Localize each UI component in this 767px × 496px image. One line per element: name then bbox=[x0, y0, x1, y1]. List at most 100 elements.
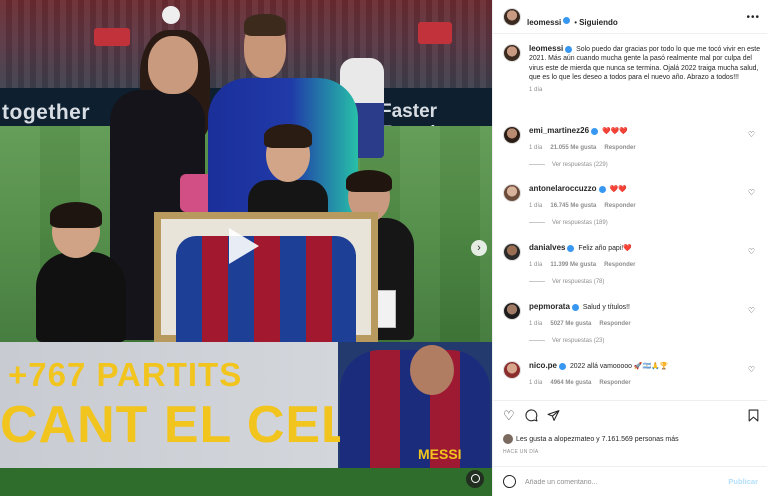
comment-text: pepmorata Salud y títulos!! bbox=[529, 302, 744, 312]
likes-text: Les gusta a alopezmateo y 7.161.569 pers… bbox=[516, 435, 679, 443]
caption-username[interactable]: leomessi bbox=[529, 44, 563, 53]
paper-plane-icon bbox=[547, 410, 560, 421]
header-username[interactable]: leomessi bbox=[527, 18, 561, 27]
pitch-edge bbox=[0, 468, 492, 496]
play-icon[interactable] bbox=[229, 228, 259, 264]
boy-hair bbox=[346, 170, 392, 192]
liker-avatar bbox=[503, 434, 513, 444]
boy-left bbox=[36, 252, 126, 342]
comment-meta: 1 día 21.055 Me gusta Responder bbox=[529, 145, 644, 151]
reply-button[interactable]: Responder bbox=[604, 203, 635, 209]
comment-username[interactable]: danialves bbox=[529, 243, 565, 252]
comment: emi_martinez26 ❤️❤️❤️ 1 día 21.055 Me gus… bbox=[503, 126, 761, 176]
comment: antonelaroccuzzo ❤️❤️ 1 día 16.745 Me gus… bbox=[503, 184, 761, 234]
comment-time[interactable]: 1 día bbox=[529, 203, 542, 209]
comment-likes[interactable]: 4964 Me gusta bbox=[550, 380, 591, 386]
comment-text: antonelaroccuzzo ❤️❤️ bbox=[529, 184, 744, 194]
comment: danialves Feliz año papi!❤️ 1 día 11.399 … bbox=[503, 243, 761, 293]
comment-username[interactable]: antonelaroccuzzo bbox=[529, 184, 597, 193]
comment-meta: 1 día 11.399 Me gusta Responder bbox=[529, 262, 643, 268]
post-header: leomessi • Siguiendo ••• bbox=[493, 0, 767, 34]
comment-body: ❤️❤️❤️ bbox=[601, 128, 628, 135]
comment-text: emi_martinez26 ❤️❤️❤️ bbox=[529, 126, 744, 136]
comment-time[interactable]: 1 día bbox=[529, 145, 542, 151]
post-date[interactable]: HACE UN DÍA bbox=[503, 449, 539, 455]
share-paper-plane-icon[interactable] bbox=[547, 409, 560, 424]
caption-text-wrap: leomessi Solo puedo dar gracias por todo… bbox=[529, 44, 761, 83]
comment-time[interactable]: 1 día bbox=[529, 380, 542, 386]
post-panel: leomessi • Siguiendo ••• leomessi Solo pue… bbox=[492, 0, 767, 496]
verified-icon bbox=[563, 17, 571, 25]
reply-button[interactable]: Responder bbox=[604, 262, 635, 268]
banner-line-1: +767 PARTITS bbox=[8, 356, 243, 393]
reply-button[interactable]: Responder bbox=[599, 380, 630, 386]
user-tag-icon[interactable] bbox=[466, 470, 484, 488]
comment-body: Salud y títulos!! bbox=[582, 304, 630, 311]
comment-body: 2022 allá vamooooo 🚀🇦🇷🙏🏆 bbox=[569, 363, 669, 370]
comment-username[interactable]: nico.pe bbox=[529, 361, 557, 370]
view-replies-button[interactable]: Ver respuestas (23) bbox=[529, 338, 604, 344]
comment-likes[interactable]: 11.399 Me gusta bbox=[550, 262, 596, 268]
comment-body: ❤️❤️ bbox=[609, 186, 627, 193]
comment-avatar[interactable] bbox=[503, 184, 521, 202]
boy-hair bbox=[264, 124, 312, 148]
likes-summary[interactable]: Les gusta a alopezmateo y 7.161.569 pers… bbox=[503, 434, 679, 444]
view-replies-button[interactable]: Ver respuestas (189) bbox=[529, 220, 608, 226]
comment-bubble-icon[interactable] bbox=[525, 409, 538, 424]
like-comment-icon[interactable]: ♡ bbox=[748, 188, 755, 197]
next-arrow-icon[interactable]: › bbox=[471, 240, 487, 256]
avatar[interactable] bbox=[503, 8, 521, 26]
publish-button[interactable]: Publicar bbox=[728, 477, 758, 486]
add-comment-bar: Publicar bbox=[493, 466, 767, 496]
ad-text: together bbox=[2, 101, 90, 124]
like-comment-icon[interactable]: ♡ bbox=[748, 365, 755, 374]
action-bar: ♡ Les gusta a alopezmateo y 7.161.569 pe… bbox=[493, 400, 767, 460]
comment-text: danialves Feliz año papi!❤️ bbox=[529, 243, 744, 253]
view-replies-button[interactable]: Ver respuestas (78) bbox=[529, 279, 604, 285]
header-info: leomessi • Siguiendo bbox=[527, 12, 618, 30]
comment-time[interactable]: 1 día bbox=[529, 321, 542, 327]
following-button[interactable]: Siguiendo bbox=[579, 18, 618, 27]
comment-meta: 1 día 5027 Me gusta Responder bbox=[529, 321, 639, 327]
like-comment-icon[interactable]: ♡ bbox=[748, 247, 755, 256]
view-replies-button[interactable]: Ver respuestas (229) bbox=[529, 162, 608, 168]
banner-jersey-name: MESSI bbox=[418, 446, 462, 462]
post-media[interactable]: together Faster Togethe +767 PARTITS CAN… bbox=[0, 0, 492, 496]
comment-username[interactable]: emi_martinez26 bbox=[529, 126, 589, 135]
comment-username[interactable]: pepmorata bbox=[529, 302, 570, 311]
like-comment-icon[interactable]: ♡ bbox=[748, 130, 755, 139]
comment: pepmorata Salud y títulos!! 1 día 5027 Me… bbox=[503, 302, 761, 352]
verified-icon bbox=[591, 127, 599, 135]
comment-likes[interactable]: 16.745 Me gusta bbox=[550, 203, 596, 209]
caption-avatar[interactable] bbox=[503, 44, 521, 62]
comment-avatar[interactable] bbox=[503, 126, 521, 144]
caption-time[interactable]: 1 día bbox=[529, 87, 761, 93]
ball bbox=[162, 6, 180, 24]
more-options-icon[interactable]: ••• bbox=[746, 12, 760, 23]
save-bookmark-icon[interactable] bbox=[748, 409, 759, 424]
like-heart-icon[interactable]: ♡ bbox=[503, 409, 515, 422]
comment-time[interactable]: 1 día bbox=[529, 262, 542, 268]
ad-logo bbox=[94, 28, 130, 46]
reply-button[interactable]: Responder bbox=[604, 145, 635, 151]
comment-avatar[interactable] bbox=[503, 243, 521, 261]
verified-icon bbox=[567, 244, 575, 252]
comment-likes[interactable]: 5027 Me gusta bbox=[550, 321, 591, 327]
emoji-smiley-icon[interactable] bbox=[503, 475, 516, 488]
bookmark-icon bbox=[748, 409, 759, 422]
verified-icon bbox=[598, 185, 606, 193]
comment-input[interactable] bbox=[525, 474, 715, 490]
comment-likes[interactable]: 21.055 Me gusta bbox=[550, 145, 596, 151]
comment-avatar[interactable] bbox=[503, 302, 521, 320]
woman-face bbox=[148, 36, 198, 94]
verified-icon bbox=[571, 303, 579, 311]
ad-logo bbox=[418, 22, 452, 44]
comment: nico.pe 2022 allá vamooooo 🚀🇦🇷🙏🏆 1 día 49… bbox=[503, 361, 761, 395]
comment-body: Feliz año papi!❤️ bbox=[578, 245, 632, 252]
verified-icon bbox=[565, 45, 573, 53]
caption-body: Solo puedo dar gracias por todo lo que m… bbox=[529, 46, 761, 82]
comment-avatar[interactable] bbox=[503, 361, 521, 379]
like-comment-icon[interactable]: ♡ bbox=[748, 306, 755, 315]
comment-bubble-icon bbox=[525, 409, 538, 422]
reply-button[interactable]: Responder bbox=[599, 321, 630, 327]
